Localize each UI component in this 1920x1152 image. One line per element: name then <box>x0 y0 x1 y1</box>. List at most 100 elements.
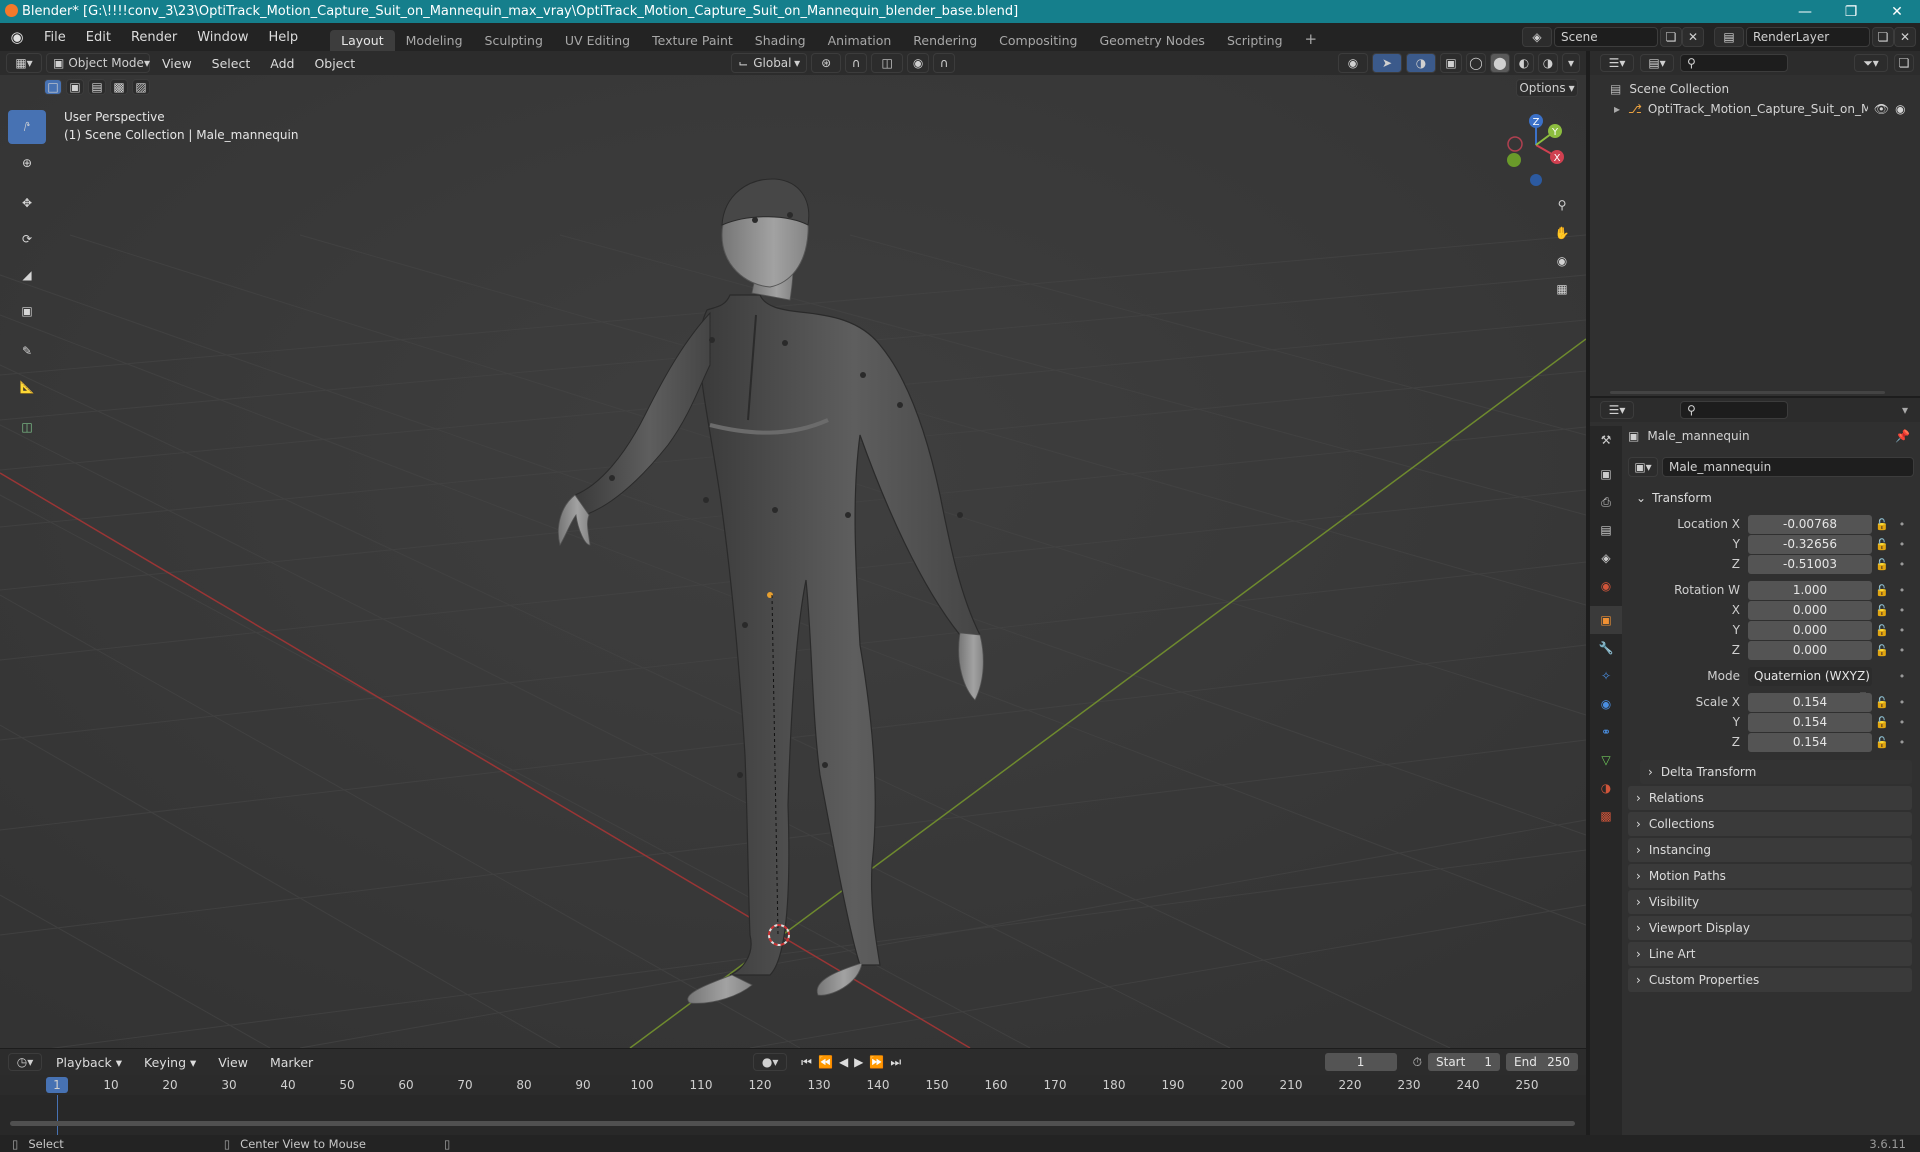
lock-icon[interactable]: 🔓 <box>1872 624 1892 637</box>
transform-panel-header[interactable]: ⌄ Transform <box>1628 486 1912 510</box>
object-data-browse-icon[interactable]: ▣▾ <box>1628 457 1658 477</box>
jump-start-icon[interactable]: ⏮ <box>801 1055 812 1070</box>
shading-options-icon[interactable]: ▾ <box>1562 53 1580 73</box>
panel-line-art[interactable]: › Line Art <box>1628 942 1912 966</box>
panel-instancing[interactable]: › Instancing <box>1628 838 1912 862</box>
lock-icon[interactable]: 🔓 <box>1872 538 1892 551</box>
eye-icon[interactable]: 👁 <box>1874 102 1889 116</box>
location-y-field[interactable]: -0.32656 <box>1748 534 1872 554</box>
play-icon[interactable]: ▶ <box>854 1055 863 1069</box>
lock-icon[interactable]: 🔓 <box>1872 696 1892 709</box>
delta-transform-subpanel[interactable]: › Delta Transform <box>1640 760 1912 784</box>
end-frame-field[interactable]: End 250 <box>1506 1053 1578 1071</box>
modifiers-tab-icon[interactable]: 🔧 <box>1590 634 1622 662</box>
menu-select[interactable]: Select <box>204 56 259 71</box>
panel-motion-paths[interactable]: › Motion Paths <box>1628 864 1912 888</box>
camera-view-icon[interactable]: ◉ <box>1548 247 1576 275</box>
ortho-grid-icon[interactable]: ▦ <box>1548 275 1576 303</box>
tab-layout[interactable]: Layout <box>330 30 395 51</box>
view-layer-tab-icon[interactable]: ▤ <box>1590 516 1622 544</box>
properties-search-input[interactable]: ⚲ <box>1680 401 1788 419</box>
minimize-button[interactable]: — <box>1782 4 1828 20</box>
data-tab-icon[interactable]: ▽ <box>1590 746 1622 774</box>
object-name-field[interactable]: Male_mannequin <box>1662 457 1914 477</box>
rotation-w-field[interactable]: 1.000 <box>1748 580 1872 600</box>
lock-icon[interactable]: 🔓 <box>1872 736 1892 749</box>
menu-view[interactable]: View <box>154 56 200 71</box>
scale-z-field[interactable]: 0.154 <box>1748 732 1872 752</box>
keyframe-dot-icon[interactable]: • <box>1892 624 1912 637</box>
xray-icon[interactable]: ▣ <box>1440 53 1462 73</box>
menu-window[interactable]: Window <box>187 30 258 45</box>
menu-object[interactable]: Object <box>306 56 363 71</box>
tab-animation[interactable]: Animation <box>817 30 903 51</box>
tab-scripting[interactable]: Scripting <box>1216 30 1294 51</box>
particles-tab-icon[interactable]: ✧ <box>1590 662 1622 690</box>
lock-icon[interactable]: 🔓 <box>1872 716 1892 729</box>
material-tab-icon[interactable]: ◑ <box>1590 774 1622 802</box>
scale-y-field[interactable]: 0.154 <box>1748 712 1872 732</box>
keyframe-dot-icon[interactable]: • <box>1892 604 1912 617</box>
keyframe-dot-icon[interactable]: • <box>1892 558 1912 571</box>
lock-icon[interactable]: 🔓 <box>1872 604 1892 617</box>
keyframe-dot-icon[interactable]: • <box>1892 670 1912 683</box>
menu-timeline-view[interactable]: View <box>210 1055 256 1070</box>
pivot-point-icon[interactable]: ⊛ <box>811 53 842 73</box>
menu-file[interactable]: File <box>34 30 76 45</box>
overlay-toggle-icon[interactable]: ◑ <box>1406 53 1436 73</box>
location-x-field[interactable]: -0.00768 <box>1748 514 1872 534</box>
lock-icon[interactable]: 🔓 <box>1872 644 1892 657</box>
menu-playback[interactable]: Playback ▾ <box>48 1055 130 1070</box>
scene-tab-icon[interactable]: ◈ <box>1590 544 1622 572</box>
menu-edit[interactable]: Edit <box>76 30 121 45</box>
gizmo-toggle-icon[interactable]: ➤ <box>1372 53 1402 73</box>
tab-sculpting[interactable]: Sculpting <box>474 30 554 51</box>
options-button[interactable]: Options ▾ <box>1516 79 1578 97</box>
lock-icon[interactable]: 🔓 <box>1872 518 1892 531</box>
jump-end-icon[interactable]: ⏭ <box>890 1055 901 1070</box>
select-subtract-icon[interactable]: ▤ <box>88 79 106 95</box>
jump-keyframe-forward-icon[interactable]: ⏩ <box>869 1055 884 1069</box>
panel-viewport-display[interactable]: › Viewport Display <box>1628 916 1912 940</box>
rotate-tool-icon[interactable]: ⟳ <box>8 222 46 256</box>
stopwatch-icon[interactable]: ⏱ <box>1413 1055 1422 1070</box>
outliner-editor-type-icon[interactable]: ☰▾ <box>1600 54 1634 72</box>
object-tab-icon[interactable]: ▣ <box>1590 606 1622 634</box>
jump-keyframe-back-icon[interactable]: ⏪ <box>818 1055 833 1069</box>
shading-solid-icon[interactable]: ⬤ <box>1490 53 1510 73</box>
blender-menu-icon[interactable]: ◉ <box>0 28 34 46</box>
select-new-icon[interactable]: □ <box>44 79 62 95</box>
measure-tool-icon[interactable]: 📐 <box>8 370 46 404</box>
chevron-down-icon[interactable]: ▾ <box>1902 403 1908 417</box>
constraints-tab-icon[interactable]: ⚭ <box>1590 718 1622 746</box>
rotation-y-field[interactable]: 0.000 <box>1748 620 1872 640</box>
location-z-field[interactable]: -0.51003 <box>1748 554 1872 574</box>
pin-icon[interactable]: 📌 <box>1895 429 1910 443</box>
rotation-mode-dropdown[interactable]: Quaternion (WXYZ)▾ <box>1748 666 1872 702</box>
scene-name-field[interactable]: Scene <box>1554 27 1658 47</box>
panel-relations[interactable]: › Relations <box>1628 786 1912 810</box>
cursor-tool-icon[interactable]: ⊕ <box>8 146 46 180</box>
proportional-edit-icon[interactable]: ◉ <box>907 53 930 73</box>
transform-tool-icon[interactable]: ▣ <box>8 294 46 328</box>
keyframe-dot-icon[interactable]: • <box>1892 644 1912 657</box>
play-reverse-icon[interactable]: ◀ <box>839 1055 848 1069</box>
tab-uv-editing[interactable]: UV Editing <box>554 30 641 51</box>
timeline-area[interactable]: 1 10 20 30 40 50 60 70 80 90 100 110 120… <box>0 1075 1586 1135</box>
shading-wireframe-icon[interactable]: ◯ <box>1466 53 1486 73</box>
select-extend-icon[interactable]: ▣ <box>66 79 84 95</box>
lock-icon[interactable]: 🔓 <box>1872 558 1892 571</box>
scene-collection-row[interactable]: ▤ Scene Collection <box>1590 79 1920 99</box>
outliner-search-input[interactable]: ⚲ <box>1680 54 1788 72</box>
add-workspace-button[interactable]: + <box>1294 27 1329 51</box>
scene-type-icon[interactable]: ◈ <box>1522 27 1552 47</box>
outliner-scrollbar[interactable] <box>1610 391 1885 394</box>
filter-icon[interactable]: ⏷▾ <box>1854 54 1888 72</box>
zoom-icon[interactable]: ⚲ <box>1548 191 1576 219</box>
keyframe-dot-icon[interactable]: • <box>1892 518 1912 531</box>
render-tab-icon[interactable]: ▣ <box>1590 460 1622 488</box>
lock-icon[interactable]: 🔓 <box>1872 584 1892 597</box>
new-layer-icon[interactable]: ❏ <box>1872 27 1894 47</box>
output-tab-icon[interactable]: ⎙ <box>1590 488 1622 516</box>
camera-icon[interactable]: ◉ <box>1895 102 1905 116</box>
